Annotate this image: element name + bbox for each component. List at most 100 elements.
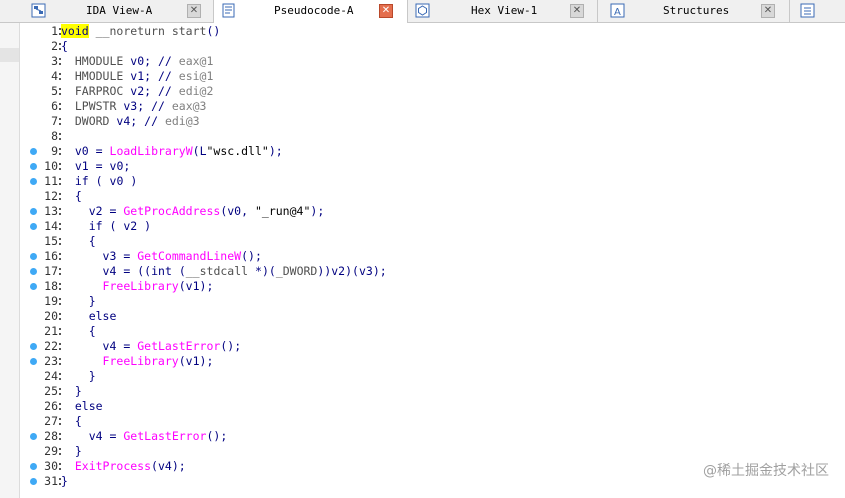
code-line[interactable]: 8	[20, 129, 845, 144]
tab-pseudocode[interactable]: Pseudocode-A ✕	[214, 0, 408, 23]
tab-hex-view[interactable]: Hex View-1 ✕	[408, 0, 598, 22]
code-line[interactable]: 29 }	[20, 444, 845, 459]
pseudocode-editor[interactable]: 1 void __noreturn start() 2{3 HMODULE v0; …	[20, 23, 845, 498]
close-icon[interactable]: ✕	[761, 4, 775, 18]
tab-label: Pseudocode-A	[274, 4, 354, 17]
code-line[interactable]: 22 v4 = GetLastError();	[20, 339, 845, 354]
code-line[interactable]: 14 if ( v2 )	[20, 219, 845, 234]
code-text: {	[61, 39, 68, 53]
watermark: @稀土掘金技术社区	[703, 463, 829, 479]
line-number: 22	[44, 339, 58, 353]
code-line[interactable]: 1 void __noreturn start()	[20, 24, 845, 39]
code-text: }	[88, 369, 96, 383]
line-number: 15	[44, 234, 58, 248]
line-number: 5	[51, 84, 58, 98]
code-text: FreeLibrary(v1);	[102, 279, 214, 293]
code-line[interactable]: 24 }	[20, 369, 845, 384]
close-icon[interactable]: ✕	[570, 4, 584, 18]
line-number: 24	[44, 369, 58, 383]
code-line[interactable]: 19 }	[20, 294, 845, 309]
code-line[interactable]: 3 HMODULE v0; // eax@1	[20, 54, 845, 69]
svg-text:A: A	[614, 7, 621, 18]
line-number: 2	[51, 39, 58, 53]
code-line[interactable]: 25 }	[20, 384, 845, 399]
line-number: 16	[44, 249, 58, 263]
pseudocode-icon	[222, 3, 235, 18]
code-line[interactable]: 21 {	[20, 324, 845, 339]
tab-label: Hex View-1	[471, 4, 538, 17]
tab-overflow[interactable]	[790, 0, 845, 22]
code-text: v2 = GetProcAddress(v0, "_run@4");	[88, 204, 325, 218]
code-line[interactable]: 5 FARPROC v2; // edi@2	[20, 84, 845, 99]
structures-icon: A	[610, 3, 625, 18]
code-text: {	[74, 414, 82, 428]
tab-label: Structures	[663, 4, 730, 17]
ida-view-icon	[31, 3, 46, 18]
line-number: 1	[51, 24, 58, 38]
code-line[interactable]: 2{	[20, 39, 845, 54]
code-line[interactable]: 16 v3 = GetCommandLineW();	[20, 249, 845, 264]
code-text: }	[74, 444, 82, 458]
code-text: else	[88, 309, 117, 323]
line-number: 30	[44, 459, 58, 473]
code-line[interactable]: 28 v4 = GetLastError();	[20, 429, 845, 444]
code-text: HMODULE v1; // esi@1	[74, 69, 214, 83]
code-text: if ( v0 )	[74, 174, 138, 188]
code-line[interactable]: 13 v2 = GetProcAddress(v0, "_run@4");	[20, 204, 845, 219]
code-text: v1 = v0;	[74, 159, 131, 173]
code-line[interactable]: 20 else	[20, 309, 845, 324]
code-text: }	[88, 294, 96, 308]
code-line[interactable]: 27 {	[20, 414, 845, 429]
line-number: 13	[44, 204, 58, 218]
line-number: 4	[51, 69, 58, 83]
close-icon[interactable]: ✕	[379, 4, 393, 18]
line-number: 9	[51, 144, 58, 158]
line-number: 18	[44, 279, 58, 293]
code-line[interactable]: 4 HMODULE v1; // esi@1	[20, 69, 845, 84]
code-line[interactable]: 10 v1 = v0;	[20, 159, 845, 174]
code-text: v0 = LoadLibraryW(L"wsc.dll");	[74, 144, 283, 158]
line-number: 3	[51, 54, 58, 68]
line-number: 29	[44, 444, 58, 458]
line-number: 31	[44, 474, 58, 488]
line-number: 8	[51, 129, 58, 143]
line-number: 26	[44, 399, 58, 413]
code-text: }	[74, 384, 82, 398]
code-text: v3 = GetCommandLineW();	[102, 249, 262, 263]
line-number: 21	[44, 324, 58, 338]
line-number: 6	[51, 99, 58, 113]
code-text: FreeLibrary(v1);	[102, 354, 214, 368]
code-text: v4 = GetLastError();	[88, 429, 228, 443]
line-number: 20	[44, 309, 58, 323]
left-panel-strip	[0, 23, 20, 498]
line-number: 28	[44, 429, 58, 443]
line-number: 19	[44, 294, 58, 308]
code-line[interactable]: 9 v0 = LoadLibraryW(L"wsc.dll");	[20, 144, 845, 159]
tab-structures[interactable]: A Structures ✕	[598, 0, 790, 22]
code-text: v4 = GetLastError();	[102, 339, 242, 353]
code-line[interactable]: 17 v4 = ((int (__stdcall *)(_DWORD))v2)(…	[20, 264, 845, 279]
code-text: {	[88, 324, 96, 338]
code-text: LPWSTR v3; // eax@3	[74, 99, 207, 113]
code-line[interactable]: 7 DWORD v4; // edi@3	[20, 114, 845, 129]
code-text: {	[88, 234, 96, 248]
code-line[interactable]: 23 FreeLibrary(v1);	[20, 354, 845, 369]
line-number: 7	[51, 114, 58, 128]
code-text: if ( v2 )	[88, 219, 152, 233]
line-number: 10	[44, 159, 58, 173]
code-line[interactable]: 12 {	[20, 189, 845, 204]
code-line[interactable]: 26 else	[20, 399, 845, 414]
left-panel-selection	[0, 48, 19, 62]
code-line[interactable]: 15 {	[20, 234, 845, 249]
tab-ida-view[interactable]: IDA View-A ✕	[24, 0, 214, 22]
line-number: 12	[44, 189, 58, 203]
code-text: else	[74, 399, 103, 413]
line-number: 23	[44, 354, 58, 368]
code-line[interactable]: 6 LPWSTR v3; // eax@3	[20, 99, 845, 114]
code-line[interactable]: 11 if ( v0 )	[20, 174, 845, 189]
code-text: HMODULE v0; // eax@1	[74, 54, 214, 68]
code-line[interactable]: 18 FreeLibrary(v1);	[20, 279, 845, 294]
tab-bar: IDA View-A ✕ Pseudocode-A ✕ Hex View-1 ✕…	[0, 0, 845, 23]
close-icon[interactable]: ✕	[187, 4, 201, 18]
line-number: 14	[44, 219, 58, 233]
